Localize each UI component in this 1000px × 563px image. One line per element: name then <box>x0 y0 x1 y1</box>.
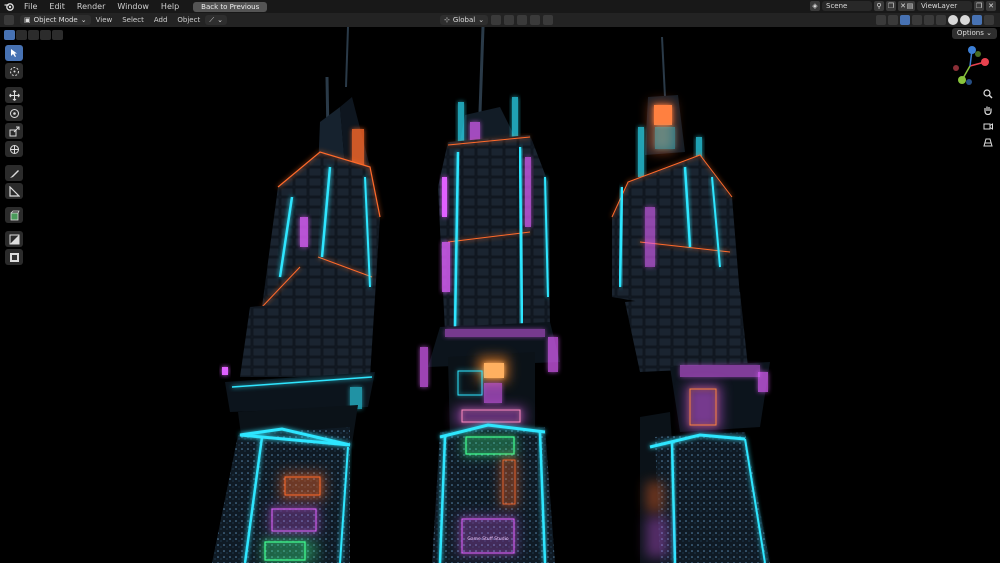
x-axis-icon[interactable] <box>981 58 989 66</box>
back-to-previous-button[interactable]: Back to Previous <box>193 1 268 12</box>
mode-dropdown[interactable]: ▣ Object Mode ⌄ <box>20 15 91 25</box>
select-extend-icon[interactable] <box>16 30 27 40</box>
new-view-layer-icon[interactable]: ❐ <box>974 1 984 11</box>
sign-text: Game Stuff Studio <box>467 536 508 542</box>
options-label: Options <box>956 29 984 37</box>
options-dropdown[interactable]: Options ⌄ <box>951 28 997 39</box>
right-tower <box>611 36 770 563</box>
scene-name-field[interactable]: Scene <box>822 1 872 11</box>
chevron-down-icon: ⌄ <box>217 16 223 24</box>
menu-edit[interactable]: Edit <box>43 0 71 13</box>
mode-label: Object Mode <box>33 16 78 24</box>
orientation-label: Global <box>452 16 476 24</box>
navigation-tools <box>982 88 994 148</box>
chevron-down-icon: ⌄ <box>478 16 485 24</box>
snap-icon[interactable] <box>504 15 515 25</box>
center-tower: Game Stuff Studio <box>420 27 560 563</box>
chevron-down-icon: ⌄ <box>80 16 87 24</box>
select-box-icon[interactable] <box>5 45 23 61</box>
menu-help[interactable]: Help <box>155 0 185 13</box>
select-difference-icon[interactable] <box>40 30 51 40</box>
menu-object[interactable]: Object <box>172 13 205 27</box>
shading-wireframe-icon[interactable] <box>936 15 946 25</box>
editor-type-icon[interactable] <box>4 15 14 25</box>
transform-controls: ⊹ Global ⌄ <box>440 15 554 25</box>
pan-hand-icon[interactable] <box>982 104 994 116</box>
3d-viewport[interactable]: Game Stuff Studio Options ⌄ <box>0 27 1000 563</box>
gpencil-dropdown[interactable]: ⟋ ⌄ <box>205 15 227 25</box>
overlay-options-icon[interactable] <box>912 15 922 25</box>
select-new-icon[interactable] <box>4 30 15 40</box>
rendered-scene: Game Stuff Studio <box>212 27 770 563</box>
transform-icon[interactable] <box>5 141 23 157</box>
chevron-down-icon: ⌄ <box>986 29 992 37</box>
scene-icon[interactable]: ◈ <box>810 1 820 11</box>
rotate-icon[interactable] <box>5 105 23 121</box>
gizmo-toggle-icon[interactable] <box>888 15 898 25</box>
navigation-gizmo[interactable] <box>948 42 998 92</box>
proportional-edit-icon[interactable] <box>530 15 541 25</box>
shading-material-icon[interactable] <box>960 15 970 25</box>
left-tower <box>212 27 381 563</box>
y-axis-icon[interactable] <box>958 76 966 84</box>
zoom-icon[interactable] <box>982 88 994 100</box>
view-layer-icon[interactable]: ▤ <box>905 1 915 11</box>
shade-icon[interactable] <box>5 231 23 247</box>
new-scene-icon[interactable]: ❐ <box>886 1 896 11</box>
add-cube-icon[interactable] <box>5 207 23 223</box>
neg-y-axis-icon[interactable] <box>975 51 981 57</box>
top-menu-bar: File Edit Render Window Help Back to Pre… <box>0 0 1000 13</box>
tool-shelf <box>5 45 23 265</box>
orientation-icon: ⊹ <box>444 16 450 24</box>
perspective-toggle-icon[interactable] <box>982 136 994 148</box>
object-mode-icon: ▣ <box>24 16 31 24</box>
neg-x-axis-icon[interactable] <box>953 65 959 71</box>
pivot-point-icon[interactable] <box>491 15 502 25</box>
scale-icon[interactable] <box>5 123 23 139</box>
menu-render[interactable]: Render <box>71 0 111 13</box>
menu-view[interactable]: View <box>91 13 118 27</box>
visibility-icon[interactable] <box>876 15 886 25</box>
transform-orientation-dropdown[interactable]: ⊹ Global ⌄ <box>440 15 489 25</box>
snap-options-icon[interactable] <box>517 15 528 25</box>
move-icon[interactable] <box>5 87 23 103</box>
menu-file[interactable]: File <box>18 0 43 13</box>
measure-icon[interactable] <box>5 183 23 199</box>
pin-icon[interactable]: ⚲ <box>874 1 884 11</box>
scene-selector: ◈ Scene ⚲ ❐ ✕ <box>810 1 908 11</box>
selection-mode-bar <box>4 30 63 40</box>
menu-add[interactable]: Add <box>149 13 173 27</box>
view-layer-field[interactable]: ViewLayer <box>917 1 972 11</box>
shading-controls <box>876 15 994 25</box>
camera-view-icon[interactable] <box>982 120 994 132</box>
delete-view-layer-icon[interactable]: ✕ <box>986 1 996 11</box>
viewport-header: ▣ Object Mode ⌄ View Select Add Object ⟋… <box>0 13 1000 27</box>
select-subtract-icon[interactable] <box>28 30 39 40</box>
cursor-icon[interactable] <box>5 63 23 79</box>
select-intersect-icon[interactable] <box>52 30 63 40</box>
shading-solid-icon[interactable] <box>948 15 958 25</box>
xray-icon[interactable] <box>924 15 934 25</box>
falloff-icon[interactable] <box>543 15 554 25</box>
menu-window[interactable]: Window <box>111 0 155 13</box>
texture-icon[interactable] <box>5 249 23 265</box>
menu-select[interactable]: Select <box>117 13 149 27</box>
neg-z-axis-icon[interactable] <box>966 79 972 85</box>
shading-rendered-icon[interactable] <box>972 15 982 25</box>
shading-options-icon[interactable] <box>984 15 994 25</box>
z-axis-icon[interactable] <box>968 46 976 54</box>
blender-logo-icon[interactable] <box>0 0 18 13</box>
view-layer-selector: ▤ ViewLayer ❐ ✕ <box>905 1 996 11</box>
stroke-icon: ⟋ <box>209 16 215 24</box>
overlay-toggle-icon[interactable] <box>900 15 910 25</box>
annotate-icon[interactable] <box>5 165 23 181</box>
